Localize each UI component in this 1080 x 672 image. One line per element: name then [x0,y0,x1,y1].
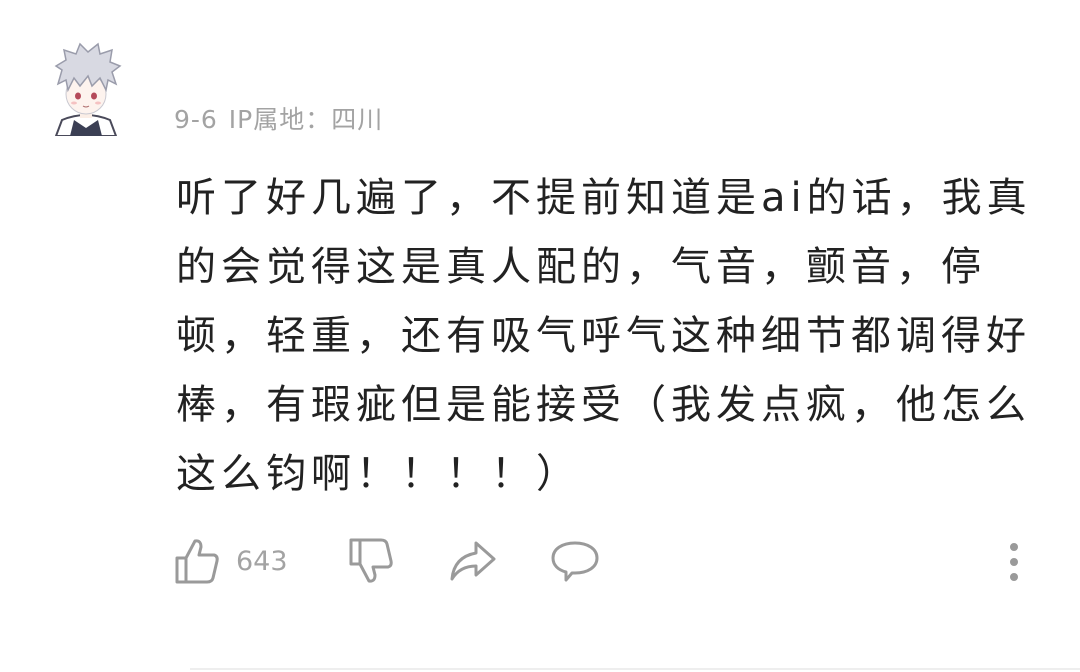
ip-location-label: IP属地： [228,105,332,134]
comment-text: 听了好几遍了，不提前知道是ai的话，我真的会觉得这是真人配的，气音，颤音，停顿，… [176,175,1032,497]
divider [190,668,1080,670]
share-arrow-icon [450,541,496,581]
ip-location: 四川 [331,105,384,134]
vertical-ellipsis-icon [1010,543,1018,581]
thumbs-up-icon [175,539,219,584]
avatar[interactable] [48,40,124,137]
dislike-button[interactable] [348,534,394,588]
speech-bubble-icon [551,541,599,582]
reply-button[interactable] [550,534,600,588]
comment-card: 9-6 IP属地：四川 听了好几遍了，不提前知道是ai的话，我真的会觉得这是真人… [0,0,1080,672]
avatar-image [54,42,122,137]
comment-action-bar: 643 [174,534,1034,588]
share-button[interactable] [448,534,498,588]
comment-date: 9-6 [174,105,218,134]
like-button[interactable]: 643 [174,534,288,588]
thumbs-down-icon [349,538,393,583]
comment-meta: 9-6 IP属地：四川 [174,100,383,136]
more-options-button[interactable] [1002,534,1026,588]
like-count: 643 [236,545,288,577]
